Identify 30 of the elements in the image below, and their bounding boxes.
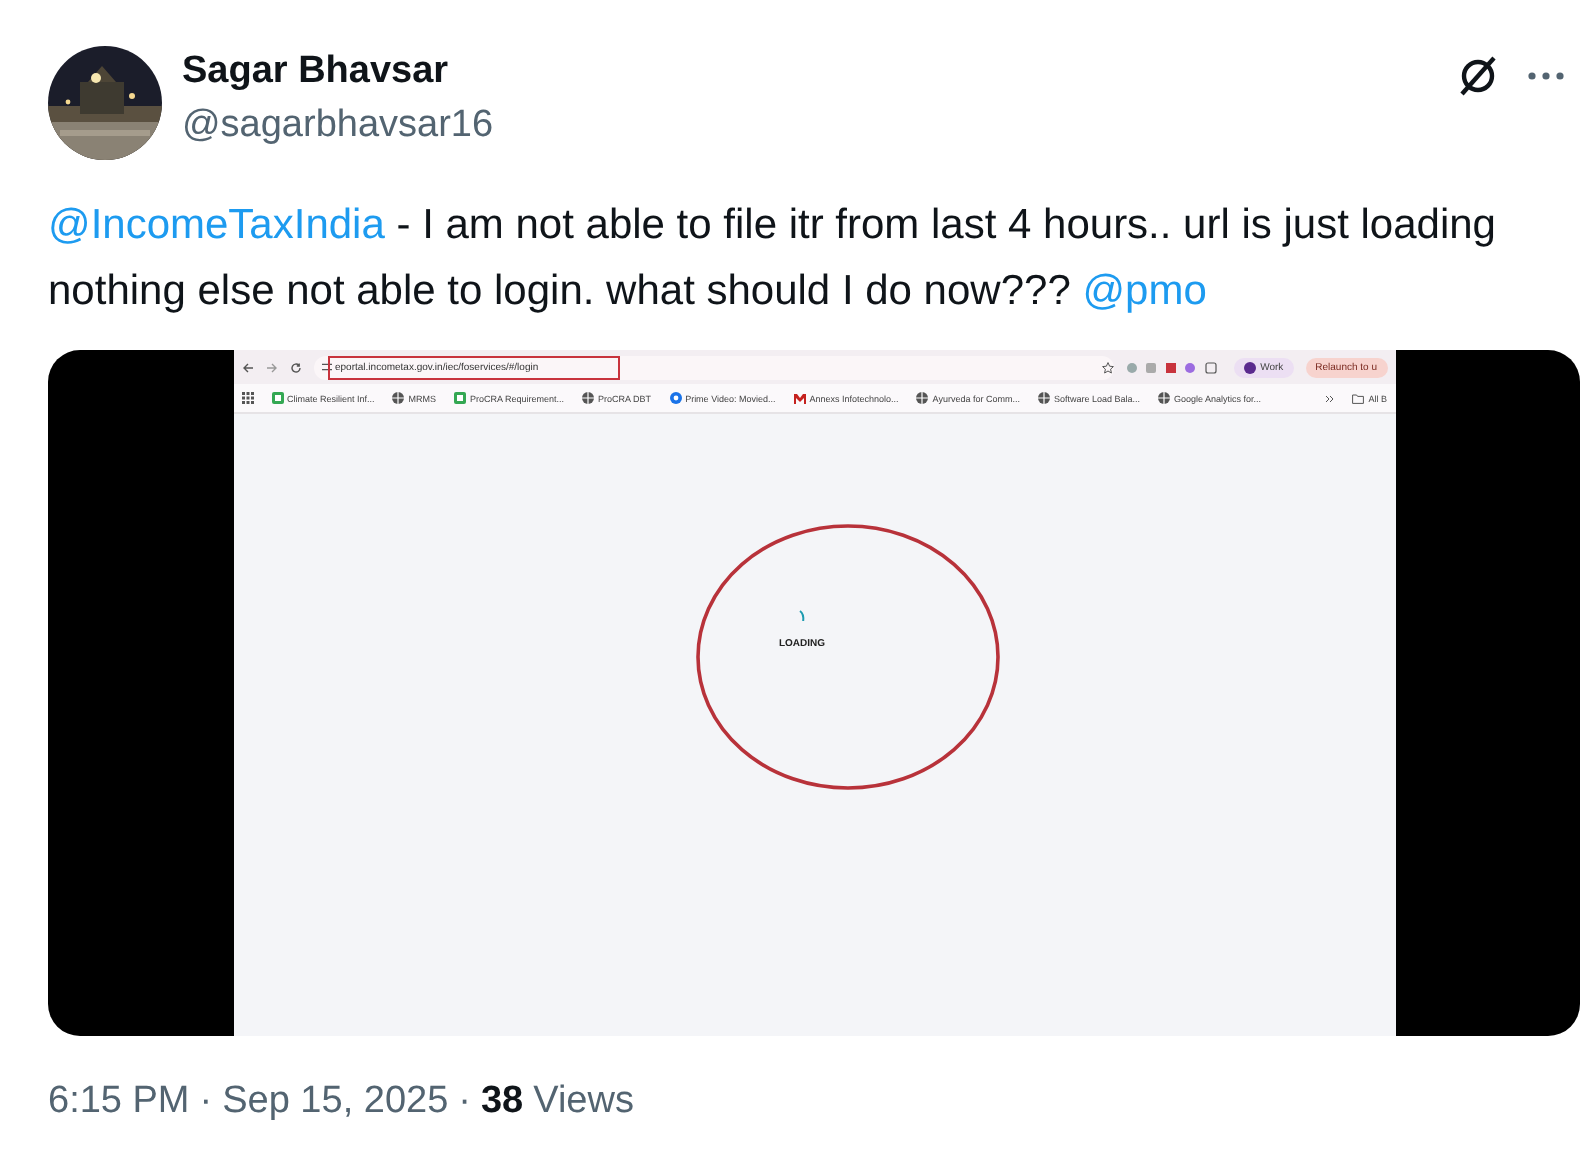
post-meta: · — [458, 1080, 471, 1124]
post-text: @IncomeTaxIndia - I am not able to file itr from last 4 hours.. url is just loading nothing else not able to login. what should I do now??? @pmo — [48, 200, 1498, 318]
chevron-icon — [1324, 393, 1335, 403]
author-handle[interactable]: @sagarbhavsar16 — [182, 104, 494, 148]
video-frame[interactable] — [48, 350, 1580, 1036]
post-meta: Views — [533, 1080, 634, 1124]
reload-icon — [289, 361, 301, 373]
mail-icon — [793, 393, 806, 403]
globe-icon — [392, 392, 405, 404]
post-meta: · — [199, 1080, 213, 1124]
post-meta: Sep 15, 2025 — [222, 1080, 449, 1124]
spinner-icon — [798, 610, 806, 622]
globe-icon — [916, 392, 929, 404]
star-icon — [1102, 361, 1115, 373]
view-count: 38 — [480, 1080, 524, 1124]
forward-icon — [265, 361, 277, 373]
globe-icon — [582, 392, 595, 404]
video-icon — [669, 392, 682, 404]
back-icon — [241, 361, 253, 373]
sheet-icon — [271, 392, 283, 404]
globe-icon — [1158, 392, 1170, 404]
avatar-icon — [1244, 361, 1257, 373]
author-name[interactable]: Sagar Bhavsar — [182, 50, 494, 94]
apps-icon — [241, 392, 253, 404]
globe-icon — [1037, 392, 1050, 404]
post-meta: 6:15 PM — [48, 1080, 190, 1124]
extensions-drawing — [1126, 361, 1223, 373]
sheet-icon — [454, 392, 467, 404]
more-icon[interactable] — [1528, 72, 1564, 80]
folder-icon — [1352, 393, 1365, 403]
